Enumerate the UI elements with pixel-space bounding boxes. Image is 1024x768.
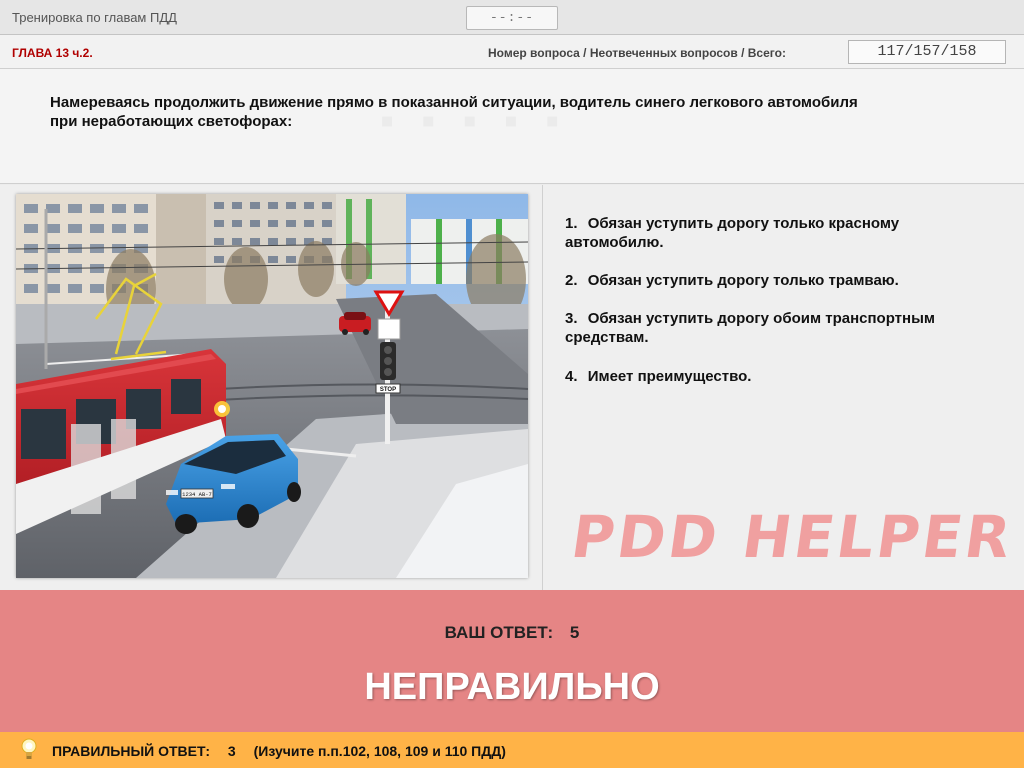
- answer-option-1[interactable]: 1. Обязан уступить дорогу только красном…: [565, 214, 985, 252]
- question-illustration: STOP 1234 AB-7: [15, 194, 529, 578]
- question-counter-label: Номер вопроса / Неотвеченных вопросов / …: [488, 46, 786, 60]
- image-panel: STOP 1234 AB-7: [0, 185, 543, 590]
- question-counter: 117/157/158: [848, 40, 1006, 64]
- chapter-label: ГЛАВА 13 ч.2.: [12, 46, 93, 60]
- answer-option-4[interactable]: 4. Имеет преимущество.: [565, 367, 985, 386]
- answer-option-3[interactable]: 3. Обязан уступить дорогу обоим транспор…: [565, 309, 985, 347]
- answer-number: 3.: [565, 310, 578, 327]
- lightbulb-icon: [20, 738, 38, 762]
- question-body: STOP 1234 AB-7 1. Обязан уступить дорогу…: [0, 185, 1024, 590]
- answer-text: Обязан уступить дорогу только трамваю.: [587, 272, 899, 289]
- info-bar: ГЛАВА 13 ч.2. Номер вопроса / Неотвеченн…: [0, 35, 1024, 69]
- stop-sign-text: STOP: [380, 387, 396, 393]
- correct-answer-bar: ПРАВИЛЬНЫЙ ОТВЕТ: 3 (Изучите п.п.102, 10…: [0, 732, 1024, 768]
- title-bar: Тренировка по главам ПДД --:--: [0, 0, 1024, 35]
- answer-number: 1.: [565, 215, 578, 232]
- your-answer-value: 5: [569, 623, 580, 642]
- correct-answer-text: ПРАВИЛЬНЫЙ ОТВЕТ: 3 (Изучите п.п.102, 10…: [52, 743, 506, 759]
- answer-text: Имеет преимущество.: [587, 368, 752, 385]
- answer-text: Обязан уступить дорогу только красному а…: [565, 215, 900, 251]
- your-answer-label: ВАШ ОТВЕТ:: [444, 623, 554, 642]
- your-answer: ВАШ ОТВЕТ: 5: [0, 623, 1024, 643]
- verdict-text: НЕПРАВИЛЬНО: [364, 666, 660, 708]
- answer-text: Обязан уступить дорогу обоим транспортны…: [565, 310, 935, 346]
- correct-answer-label: ПРАВИЛЬНЫЙ ОТВЕТ:: [52, 743, 211, 759]
- question-area: ▪ ▪ ▪ ▪ ▪ Намереваясь продолжить движени…: [0, 69, 1024, 184]
- result-panel: ВАШ ОТВЕТ: 5 НЕПРАВИЛЬНО: [0, 590, 1024, 732]
- answers-panel: 1. Обязан уступить дорогу только красном…: [544, 185, 1024, 590]
- license-plate-text: 1234 AB-7: [182, 491, 212, 498]
- answer-number: 2.: [565, 272, 578, 289]
- question-text: Намереваясь продолжить движение прямо в …: [50, 94, 858, 130]
- answer-option-2[interactable]: 2. Обязан уступить дорогу только трамваю…: [565, 271, 985, 290]
- watermark-logo: PDD HELPER: [567, 503, 1018, 571]
- timer-display: --:--: [466, 6, 558, 30]
- correct-answer-value: 3: [227, 743, 236, 759]
- rules-reference: (Изучите п.п.102, 108, 109 и 110 ПДД): [253, 743, 506, 759]
- answer-number: 4.: [565, 368, 578, 385]
- app-title: Тренировка по главам ПДД: [12, 10, 177, 25]
